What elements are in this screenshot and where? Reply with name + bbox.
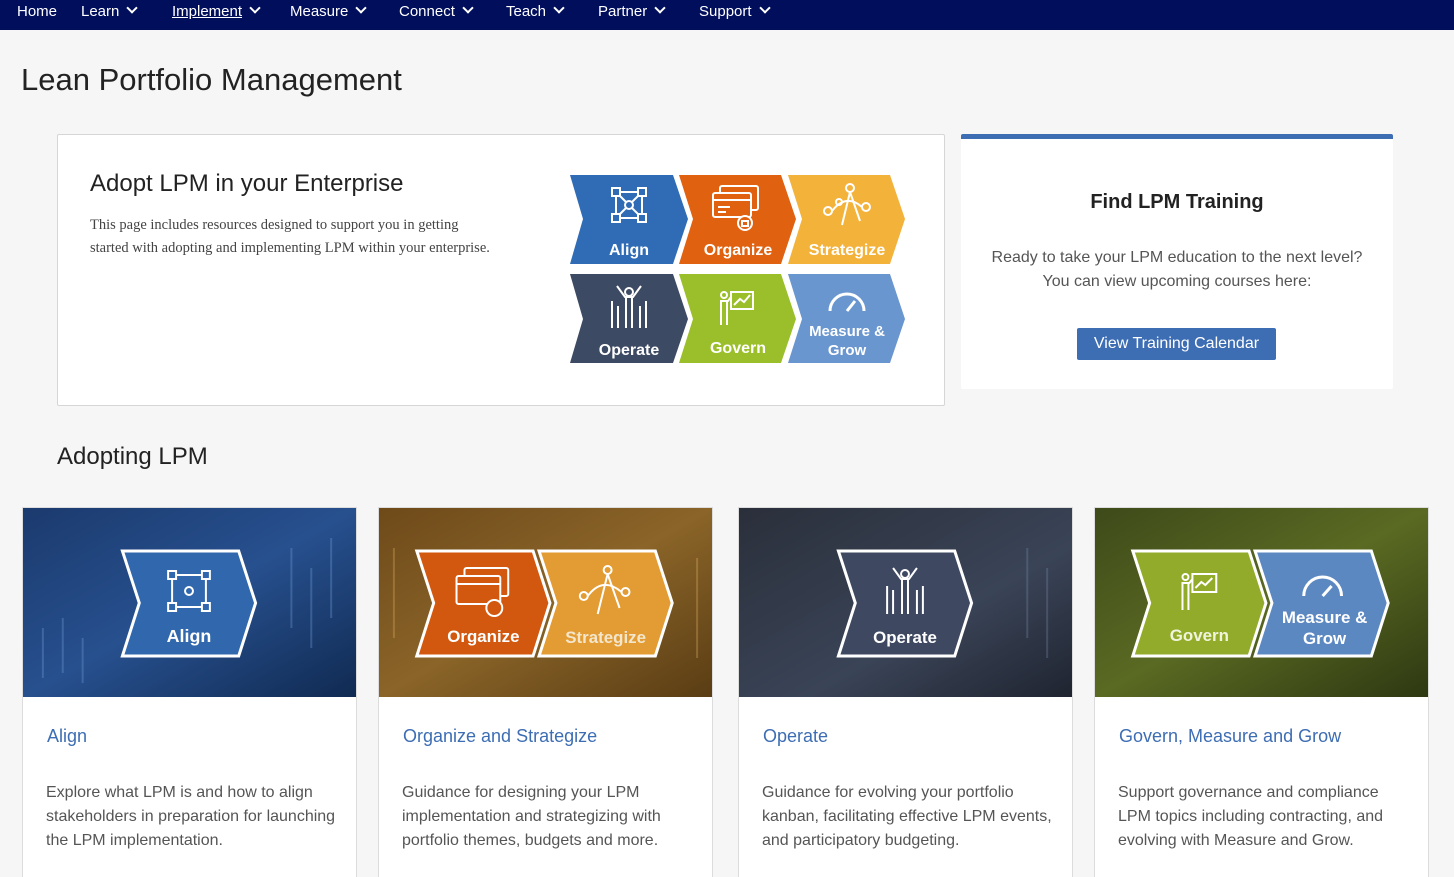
view-training-calendar-button[interactable]: View Training Calendar [1077, 328, 1276, 360]
svg-text:Grow: Grow [1303, 629, 1347, 648]
training-heading: Find LPM Training [1090, 191, 1264, 213]
svg-text:Govern: Govern [1170, 626, 1229, 645]
chevron-down-icon [249, 2, 261, 14]
card-align[interactable]: Align Align Explore what LPM is and how … [22, 507, 357, 877]
chevron-organize: Organize [679, 175, 796, 264]
card-description: Guidance for evolving your portfolio kan… [762, 784, 1052, 849]
chevron-label: Grow [828, 342, 867, 359]
card-image: Align [23, 508, 356, 697]
card-description: Explore what LPM is and how to align sta… [46, 784, 336, 849]
card-title-link[interactable]: Operate [763, 726, 828, 747]
svg-text:Operate: Operate [873, 628, 937, 647]
chevron-measure-grow: Measure & Grow [788, 274, 905, 363]
svg-text:Strategize: Strategize [565, 628, 646, 647]
chevron-down-icon [654, 2, 666, 14]
chevron-down-icon [758, 2, 771, 14]
card-organize-strategize[interactable]: Organize Strategize Organize and Strateg… [378, 507, 713, 877]
training-panel: Find LPM Training Ready to take your LPM… [961, 134, 1393, 389]
training-text: Ready to take your LPM education to the … [991, 249, 1363, 290]
chevron-label: Organize [704, 242, 773, 259]
lpm-chevron-graphic: Align Organize Strategize Operate Govern… [570, 175, 905, 363]
chevron-align: Align [570, 175, 688, 264]
chevron-label: Measure & [809, 323, 885, 340]
nav-support[interactable]: Support [699, 0, 771, 30]
chevron-label: Strategize [809, 242, 886, 259]
svg-text:Organize: Organize [447, 627, 519, 646]
chevron-govern: Govern [679, 274, 796, 363]
nav-home[interactable]: Home [17, 0, 57, 30]
nav-partner[interactable]: Partner [598, 0, 666, 30]
card-operate[interactable]: Operate Operate Guidance for evolving yo… [738, 507, 1073, 877]
adopt-lpm-panel: Adopt LPM in your Enterprise This page i… [57, 134, 945, 406]
svg-text:Measure &: Measure & [1282, 608, 1367, 627]
chevron-label: Align [609, 242, 649, 259]
card-govern-measure-grow[interactable]: Govern Measure & Grow Govern, Measure an… [1094, 507, 1429, 877]
chevron-operate: Operate [570, 274, 688, 363]
chevron-down-icon [126, 2, 139, 14]
page-title: Lean Portfolio Management [21, 62, 402, 97]
nav-teach[interactable]: Teach [506, 0, 565, 30]
chevron-label: Operate [599, 342, 660, 359]
chevron-down-icon [553, 2, 565, 14]
chevron-label: Govern [710, 340, 766, 357]
card-image: Operate [739, 508, 1072, 697]
card-image: Organize Strategize [379, 508, 712, 697]
chevron-down-icon [355, 2, 368, 14]
nav-learn[interactable]: Learn [81, 0, 139, 30]
chevron-strategize: Strategize [788, 175, 905, 264]
nav-measure[interactable]: Measure [290, 0, 368, 30]
nav-connect[interactable]: Connect [399, 0, 474, 30]
card-image: Govern Measure & Grow [1095, 508, 1428, 697]
card-title-link[interactable]: Align [47, 726, 87, 747]
card-description: Support governance and compliance LPM to… [1118, 784, 1384, 849]
card-title-link[interactable]: Organize and Strategize [403, 726, 597, 747]
svg-text:Align: Align [167, 626, 212, 646]
adopt-body: This page includes resources designed to… [90, 217, 490, 256]
card-description: Guidance for designing your LPM implemen… [402, 784, 661, 849]
section-title: Adopting LPM [57, 443, 208, 470]
adopt-heading: Adopt LPM in your Enterprise [90, 170, 404, 197]
chevron-down-icon [462, 2, 474, 14]
card-title-link[interactable]: Govern, Measure and Grow [1119, 726, 1341, 747]
nav-implement[interactable]: Implement [172, 0, 261, 30]
top-nav: Home Learn Implement Measure Connect Tea… [0, 0, 1454, 30]
